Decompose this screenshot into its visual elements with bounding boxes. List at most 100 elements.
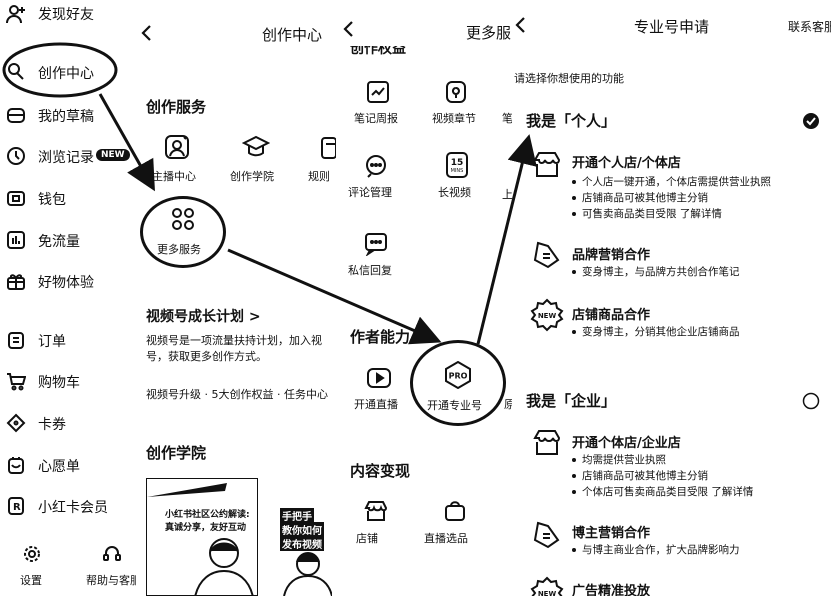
option-personal-store[interactable]: 开通个人店/个体店 个人店一键开通，个体店需提供营业执照 店铺商品可被其他博主分… xyxy=(530,146,830,226)
banner-text: 真诚分享，友好互动 xyxy=(165,523,247,533)
brand-icon xyxy=(532,240,562,270)
service-shop[interactable]: 店铺 xyxy=(350,500,410,546)
service-video-chapter[interactable]: 视频章节 xyxy=(430,80,490,126)
brand-icon xyxy=(532,520,562,550)
service-live-selection[interactable]: 直播选品 xyxy=(420,500,480,546)
service-label: 笔记周报 xyxy=(354,112,398,125)
academy-card[interactable]: 手把手 教你如何 发布视频 xyxy=(276,478,336,596)
sidebar-item-label: 心愿单 xyxy=(38,459,80,475)
creator-center-panel: 创作中心 创作服务 主播中心 创作学院 规则 更多服务 视频号成长计划 > 视频… xyxy=(136,0,336,596)
more-services-panel: 更多服 创作权益 笔记周报 视频章节 笔 评论管理 15MINS 长视频 上 xyxy=(336,0,518,596)
sidebar-item-creator-center[interactable]: 创作中心 xyxy=(0,58,140,86)
creator-center-icon xyxy=(6,62,26,82)
bullet: 可售卖商品类目受限 了解详情 xyxy=(572,206,771,222)
option-brand-cooperation[interactable]: 品牌营销合作 变身博主，与品牌方共创合作笔记 xyxy=(530,238,830,284)
svg-text:NEW: NEW xyxy=(538,590,557,596)
service-dm-reply[interactable]: 私信回复 xyxy=(344,232,404,278)
help-button[interactable]: 帮助与客服 xyxy=(82,544,140,588)
growth-plan-desc: 号，获取更多创作方式。 xyxy=(146,350,267,363)
academy-card[interactable]: 小红书社区公约解读: 真诚分享，友好互动 xyxy=(146,478,258,596)
sidebar-item-data-free[interactable]: 免流量 xyxy=(0,228,140,252)
wishlist-icon xyxy=(6,455,26,475)
person-illustration-icon xyxy=(282,546,332,596)
sidebar-item-label: 订单 xyxy=(38,334,66,350)
help-label: 帮助与客服 xyxy=(86,574,140,587)
service-academy[interactable]: 创作学院 xyxy=(226,134,286,184)
sidebar-item-wallet[interactable]: 钱包 xyxy=(0,186,140,210)
pro-icon: PRO xyxy=(444,361,472,389)
banner-text: 教你如何 xyxy=(280,522,324,537)
sidebar-item-coupons[interactable]: 卡券 xyxy=(0,411,140,435)
option-title: 品牌营销合作 xyxy=(572,248,651,263)
check-circle-icon[interactable] xyxy=(802,112,820,130)
option-bullets: 个人店一键开通，个体店需提供营业执照 店铺商品可被其他博主分销 可售卖商品类目受… xyxy=(572,174,771,222)
option-title: 博主营销合作 xyxy=(572,526,651,541)
option-shop-goods-cooperation[interactable]: NEW 店铺商品合作 变身博主，分销其他企业店铺商品 xyxy=(530,298,830,344)
svg-text:MINS: MINS xyxy=(451,168,464,174)
gift-icon xyxy=(6,271,26,291)
service-weekly-report[interactable]: 笔记周报 xyxy=(350,80,410,126)
sidebar-item-member-card[interactable]: R 小红卡会员 xyxy=(0,494,140,518)
live-selection-icon xyxy=(444,500,466,522)
live-icon xyxy=(366,366,392,390)
add-user-icon xyxy=(6,4,26,24)
page-title: 创作中心 xyxy=(262,26,323,44)
settings-button[interactable]: 设置 xyxy=(10,544,54,588)
option-blogger-cooperation[interactable]: 博主营销合作 与博主商业合作，扩大品牌影响力 xyxy=(530,518,830,564)
sidebar-item-cart[interactable]: 购物车 xyxy=(0,369,140,393)
new-badge-icon: NEW xyxy=(530,298,564,332)
page-title: 更多服 xyxy=(466,24,512,42)
service-rules[interactable]: 规则 xyxy=(306,134,336,184)
sidebar-item-drafts[interactable]: 我的草稿 xyxy=(0,103,140,127)
sidebar-item-history[interactable]: 浏览记录 NEW xyxy=(0,144,140,168)
banner-text: 手把手 xyxy=(280,508,314,523)
white-arrow-shape xyxy=(147,479,257,509)
svg-text:PRO: PRO xyxy=(449,372,468,381)
services-heading: 创作服务 xyxy=(146,98,207,116)
member-card-icon: R xyxy=(6,496,26,516)
option-title: 店铺商品合作 xyxy=(572,308,651,323)
bullet: 个体店可售卖商品类目受限 了解详情 xyxy=(572,484,753,500)
academy-icon xyxy=(242,134,270,160)
service-comment-manage[interactable]: 评论管理 xyxy=(344,154,404,200)
store-icon xyxy=(532,428,562,458)
more-services-button[interactable]: 更多服务 xyxy=(140,196,226,268)
sidebar-item-find-friends[interactable]: 发现好友 xyxy=(0,0,140,28)
new-badge-icon: NEW xyxy=(530,576,564,596)
long-video-icon: 15 MINS xyxy=(446,152,468,178)
sidebar-item-wishlist[interactable]: 心愿单 xyxy=(0,453,140,477)
person-illustration-icon xyxy=(189,533,257,595)
service-anchor-center[interactable]: 主播中心 xyxy=(146,134,206,184)
sidebar-item-trial[interactable]: 好物体验 xyxy=(0,269,140,293)
back-arrow-icon[interactable] xyxy=(140,24,152,42)
sidebar-item-label: 免流量 xyxy=(38,234,80,250)
section-heading: 作者能力 xyxy=(350,328,411,346)
store-icon xyxy=(532,150,562,180)
option-ad-targeting[interactable]: NEW 广告精准投放 xyxy=(530,574,830,596)
service-label: 店铺 xyxy=(356,532,378,545)
option-title: 广告精准投放 xyxy=(572,584,651,596)
help-icon xyxy=(102,544,122,564)
back-arrow-icon[interactable] xyxy=(342,20,354,38)
growth-plan-link[interactable]: 视频号成长计划 > xyxy=(146,306,261,326)
sidebar-item-label: 好物体验 xyxy=(38,275,94,291)
service-open-live[interactable]: 开通直播 xyxy=(350,366,410,412)
contact-service-link[interactable]: 联系客服 xyxy=(788,18,831,35)
service-label: 规则 xyxy=(308,170,330,183)
option-enterprise-store[interactable]: 开通个体店/企业店 均需提供营业执照 店铺商品可被其他博主分销 个体店可售卖商品… xyxy=(530,426,830,506)
sidebar-item-label: 创作中心 xyxy=(38,66,94,82)
svg-text:R: R xyxy=(13,502,21,513)
open-pro-account-button[interactable]: PRO 开通专业号 xyxy=(410,340,506,426)
wallet-icon xyxy=(6,188,26,208)
service-long-video[interactable]: 15 MINS 长视频 xyxy=(430,152,490,200)
sidebar-item-orders[interactable]: 订单 xyxy=(0,328,140,352)
service-label: 开通专业号 xyxy=(427,399,482,412)
rules-icon xyxy=(320,136,336,160)
sidebar-item-label: 购物车 xyxy=(38,375,80,391)
section-heading: 内容变现 xyxy=(350,462,411,480)
back-arrow-icon[interactable] xyxy=(514,16,526,34)
shop-icon xyxy=(364,500,388,522)
service-label: 开通直播 xyxy=(354,398,398,411)
radio-empty-icon[interactable] xyxy=(802,392,820,410)
enterprise-heading: 我是「企业」 xyxy=(526,392,617,410)
